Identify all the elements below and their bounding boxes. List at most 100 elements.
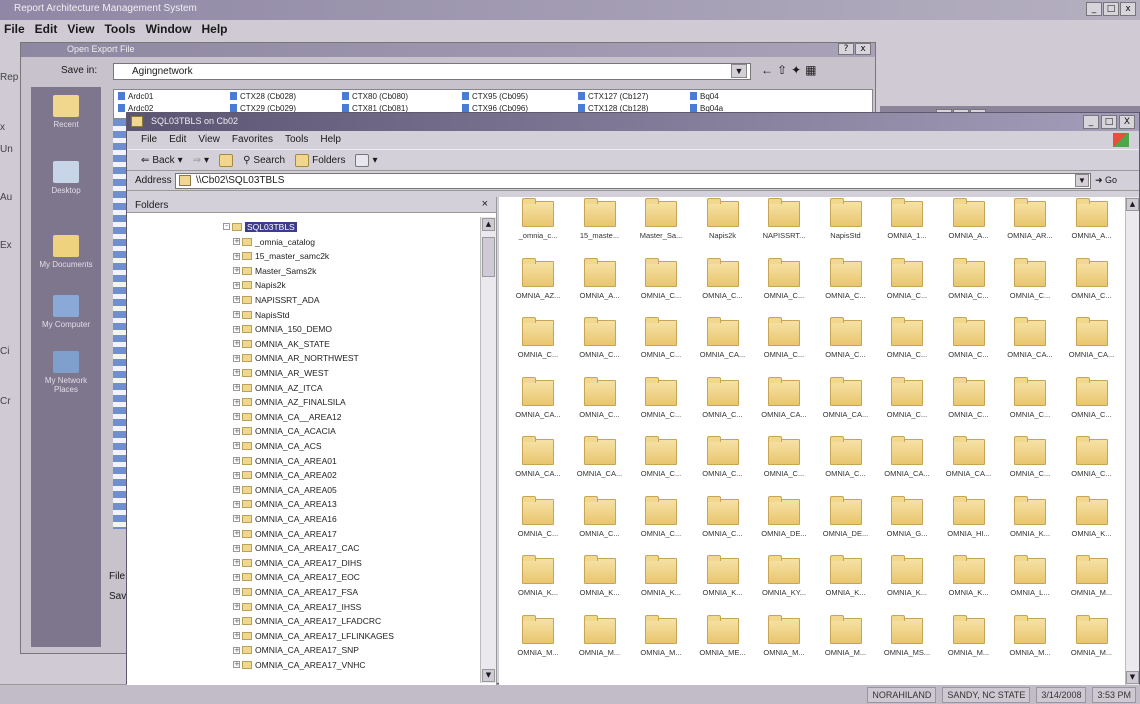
expand-icon[interactable]: + bbox=[233, 588, 240, 596]
chevron-down-icon[interactable]: ▼ bbox=[731, 64, 747, 78]
tree-item[interactable]: + OMNIA_150_DEMO bbox=[233, 323, 332, 336]
folder-item[interactable]: NAPISSRT... bbox=[755, 198, 813, 240]
folder-item[interactable]: OMNIA_C... bbox=[1001, 376, 1059, 419]
folder-item[interactable]: OMNIA_M... bbox=[1063, 614, 1121, 657]
restore-button[interactable]: □ bbox=[1103, 2, 1119, 16]
expand-icon[interactable]: + bbox=[233, 252, 240, 260]
file-item[interactable]: CTX95 (Cb095) bbox=[462, 92, 528, 101]
expand-icon[interactable]: + bbox=[233, 486, 240, 494]
folder-item[interactable]: OMNIA_K... bbox=[694, 555, 752, 597]
menu-help[interactable]: Help bbox=[201, 22, 227, 40]
tree-item[interactable]: + OMNIA_AZ_FINALSILA bbox=[233, 396, 346, 409]
expand-icon[interactable]: + bbox=[233, 296, 240, 304]
expand-icon[interactable]: + bbox=[233, 398, 240, 406]
folder-item[interactable]: OMNIA_KY... bbox=[755, 555, 813, 597]
folder-item[interactable]: OMNIA_CA... bbox=[509, 376, 567, 419]
new-folder-icon[interactable]: ✦ bbox=[791, 63, 801, 77]
folder-item[interactable]: OMNIA_K... bbox=[817, 555, 875, 597]
expand-icon[interactable]: + bbox=[233, 311, 240, 318]
maximize-button[interactable]: □ bbox=[1101, 115, 1117, 129]
expand-icon[interactable]: + bbox=[233, 369, 240, 377]
expand-icon[interactable]: + bbox=[233, 457, 240, 464]
folder-item[interactable]: OMNIA_C... bbox=[940, 257, 998, 300]
scroll-down-icon[interactable]: ▼ bbox=[1126, 671, 1139, 684]
tree-item[interactable]: + OMNIA_AK_STATE bbox=[233, 337, 330, 350]
expand-icon[interactable]: + bbox=[233, 325, 240, 333]
folder-item[interactable]: OMNIA_C... bbox=[571, 317, 629, 359]
folder-item[interactable]: OMNIA_K... bbox=[509, 555, 567, 597]
tree-item[interactable]: + OMNIA_CA_AREA17_VNHC bbox=[233, 658, 366, 671]
folder-item[interactable]: OMNIA_C... bbox=[571, 376, 629, 419]
main-titlebar[interactable]: Report Architecture Management System _ … bbox=[0, 0, 1140, 20]
tree-item[interactable]: + Napis2k bbox=[233, 279, 286, 292]
menu-edit[interactable]: Edit bbox=[35, 22, 58, 40]
tree-item[interactable]: + _omnia_catalog bbox=[233, 235, 315, 248]
file-item[interactable]: CTX28 (Cb028) bbox=[230, 92, 296, 101]
scroll-up-icon[interactable]: ▲ bbox=[482, 218, 495, 231]
folder-item[interactable]: OMNIA_C... bbox=[1063, 436, 1121, 478]
expand-icon[interactable]: + bbox=[233, 573, 240, 581]
folder-item[interactable]: OMNIA_C... bbox=[1001, 257, 1059, 300]
minimize-button[interactable]: _ bbox=[1083, 115, 1099, 129]
folder-item[interactable]: OMNIA_C... bbox=[632, 257, 690, 300]
expand-icon[interactable]: + bbox=[233, 603, 240, 610]
place-recent[interactable]: Recent bbox=[33, 95, 99, 129]
file-item[interactable]: Ardc01 bbox=[118, 92, 153, 101]
expand-icon[interactable]: + bbox=[233, 544, 240, 552]
tree-item[interactable]: + OMNIA_CA_AREA02 bbox=[233, 469, 337, 482]
folder-item[interactable]: OMNIA_K... bbox=[1001, 495, 1059, 538]
search-button[interactable]: ⚲ Search bbox=[243, 155, 285, 166]
folder-item[interactable]: OMNIA_K... bbox=[878, 555, 936, 597]
folder-item[interactable]: OMNIA_C... bbox=[755, 257, 813, 300]
tree-item[interactable]: + OMNIA_CA_ACS bbox=[233, 439, 322, 452]
folder-item[interactable]: OMNIA_DE... bbox=[755, 495, 813, 538]
folder-item[interactable]: OMNIA_CA... bbox=[509, 436, 567, 478]
folder-item[interactable]: OMNIA_C... bbox=[694, 495, 752, 538]
folder-item[interactable]: OMNIA_K... bbox=[1063, 495, 1121, 538]
folder-item[interactable]: OMNIA_C... bbox=[817, 257, 875, 300]
strip-label[interactable]: x bbox=[0, 122, 5, 133]
up-folder-icon[interactable]: ⇧ bbox=[777, 63, 787, 77]
close-icon[interactable]: × bbox=[482, 198, 488, 210]
folder-item[interactable]: OMNIA_CA... bbox=[694, 317, 752, 359]
expand-icon[interactable]: + bbox=[233, 661, 240, 669]
menu-file[interactable]: File bbox=[141, 134, 157, 146]
close-button[interactable]: x bbox=[855, 43, 871, 55]
go-button[interactable]: ➜ Go bbox=[1095, 175, 1117, 186]
close-button[interactable]: X bbox=[1119, 115, 1135, 129]
expand-icon[interactable]: + bbox=[233, 238, 240, 245]
folder-item[interactable]: OMNIA_CA... bbox=[940, 436, 998, 478]
folder-item[interactable]: OMNIA_C... bbox=[571, 495, 629, 538]
folder-item[interactable]: OMNIA_CA... bbox=[817, 376, 875, 419]
place-my-computer[interactable]: My Computer bbox=[33, 295, 99, 329]
folder-item[interactable]: NapisStd bbox=[817, 198, 875, 240]
tree-item[interactable]: + OMNIA_CA__AREA12 bbox=[233, 410, 341, 423]
folder-item[interactable]: OMNIA_C... bbox=[509, 317, 567, 359]
folder-item[interactable]: OMNIA_C... bbox=[817, 436, 875, 478]
folders-button[interactable]: Folders bbox=[295, 153, 345, 167]
expand-icon[interactable]: + bbox=[233, 413, 240, 421]
folder-item[interactable]: OMNIA_M... bbox=[755, 614, 813, 657]
folder-item[interactable]: OMNIA_C... bbox=[755, 317, 813, 359]
tree-item[interactable]: + OMNIA_CA_AREA17_LFADCRC bbox=[233, 615, 381, 628]
minimize-button[interactable]: _ bbox=[1086, 2, 1102, 16]
expand-icon[interactable]: + bbox=[233, 267, 240, 275]
expand-icon[interactable]: + bbox=[233, 632, 240, 640]
place-desktop[interactable]: Desktop bbox=[33, 161, 99, 195]
chevron-down-icon[interactable]: ▼ bbox=[1075, 174, 1089, 187]
folder-item[interactable]: OMNIA_M... bbox=[817, 614, 875, 657]
folder-item[interactable]: OMNIA_C... bbox=[878, 257, 936, 300]
expand-icon[interactable]: + bbox=[233, 340, 240, 348]
back-arrow-icon[interactable]: ← bbox=[761, 63, 773, 77]
expand-icon[interactable]: + bbox=[233, 559, 240, 567]
folder-item[interactable]: OMNIA_C... bbox=[1001, 436, 1059, 478]
address-input[interactable]: \\Cb02\SQL03TBLS bbox=[175, 173, 1091, 189]
folder-item[interactable]: OMNIA_L... bbox=[1001, 555, 1059, 597]
expand-icon[interactable]: + bbox=[233, 281, 240, 289]
tree-item[interactable]: + NapisStd bbox=[233, 308, 290, 321]
tree-item[interactable]: + OMNIA_CA_AREA01 bbox=[233, 454, 337, 467]
expand-icon[interactable]: + bbox=[233, 515, 240, 523]
folder-item[interactable]: OMNIA_C... bbox=[817, 317, 875, 359]
scroll-up-icon[interactable]: ▲ bbox=[1126, 198, 1139, 211]
folder-item[interactable]: OMNIA_C... bbox=[878, 317, 936, 359]
